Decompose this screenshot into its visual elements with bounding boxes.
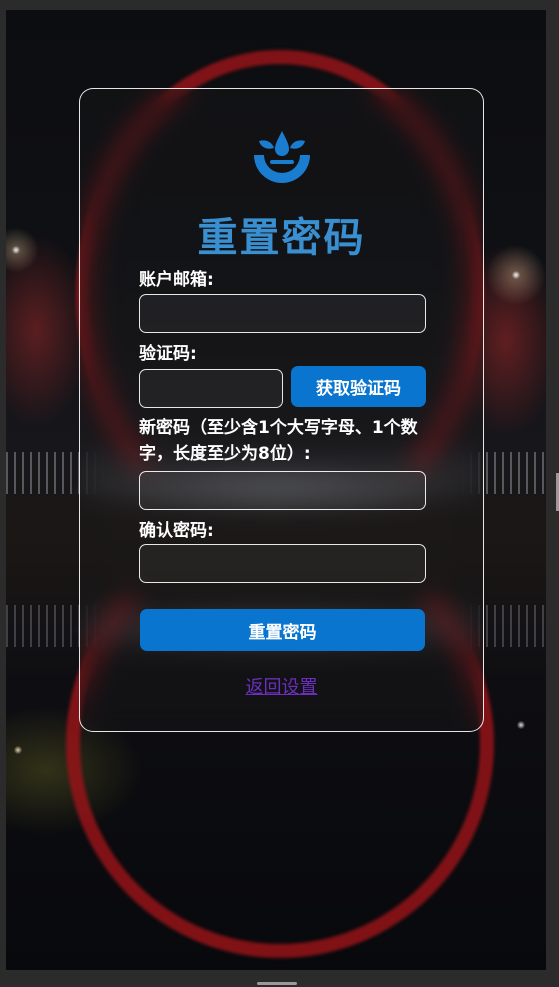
new-password-label: 新密码（至少含1个大写字母、1个数字，长度至少为8位）: — [139, 418, 418, 464]
get-code-button[interactable]: 获取验证码 — [291, 366, 426, 407]
verification-code-label: 验证码: — [139, 344, 197, 364]
email-label: 账户邮箱: — [139, 270, 214, 290]
back-to-settings-link[interactable]: 返回设置 — [80, 673, 483, 699]
app-logo-icon — [254, 131, 310, 183]
email-field[interactable] — [139, 294, 426, 333]
confirm-password-field[interactable] — [139, 544, 426, 583]
home-indicator — [257, 982, 297, 985]
page-title: 重置密码 — [197, 215, 366, 261]
confirm-password-label: 确认密码: — [139, 521, 214, 541]
reset-password-button[interactable]: 重置密码 — [140, 609, 425, 651]
verification-code-field[interactable] — [139, 369, 283, 408]
new-password-field[interactable] — [139, 471, 426, 510]
reset-password-card: 重置密码 账户邮箱: 验证码: 获取验证码 新密码（至少含1个大写字母、1个数字… — [79, 88, 484, 732]
background-photo: 重置密码 账户邮箱: 验证码: 获取验证码 新密码（至少含1个大写字母、1个数字… — [6, 10, 546, 970]
